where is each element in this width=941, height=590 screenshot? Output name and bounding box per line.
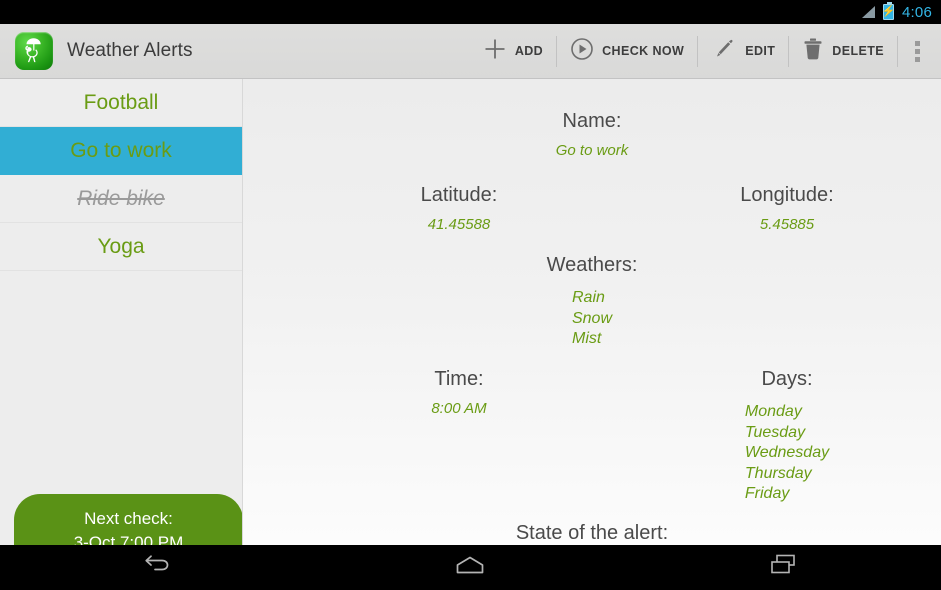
list-item-label: Yoga <box>97 234 145 258</box>
field-state-label: State of the alert: <box>515 522 669 544</box>
delete-button-label: DELETE <box>832 44 884 58</box>
field-name-label: Name: <box>562 110 622 132</box>
field-weathers-label: Weathers: <box>546 254 638 276</box>
list-item-label: Go to work <box>70 138 172 162</box>
alerts-sidebar: Football Go to work Ride bike Yoga Next … <box>0 79 243 545</box>
field-latitude: Latitude: 41.45588 <box>339 184 579 233</box>
status-bar: ⚡ 4:06 <box>0 0 941 24</box>
field-longitude: Longitude: 5.45885 <box>667 184 907 233</box>
overflow-menu-icon[interactable] <box>898 24 937 79</box>
ostrich-umbrella-app-icon[interactable] <box>15 32 53 70</box>
check-now-button-label: CHECK NOW <box>602 44 685 58</box>
back-arrow-icon <box>139 552 175 583</box>
system-navigation-bar <box>0 545 941 590</box>
list-item-label: Ride bike <box>77 186 165 210</box>
field-weathers: Weathers: Rain Snow Mist <box>243 254 941 350</box>
delete-button[interactable]: DELETE <box>789 24 897 79</box>
main-content: Football Go to work Ride bike Yoga Next … <box>0 79 941 545</box>
action-bar: Weather Alerts ADD CHECK NOW EDIT DELETE <box>0 24 941 79</box>
field-state: State of the alert: <box>243 522 941 545</box>
field-days: Days: Monday Tuesday Wednesday Thursday Frid… <box>667 368 907 505</box>
recent-apps-button[interactable] <box>724 545 844 590</box>
field-name-value: Go to work <box>555 142 629 159</box>
check-now-button[interactable]: CHECK NOW <box>557 24 697 79</box>
field-latitude-label: Latitude: <box>420 184 498 206</box>
list-item-ride-bike[interactable]: Ride bike <box>0 175 242 223</box>
signal-bars-icon <box>860 5 877 19</box>
trash-icon <box>802 37 824 66</box>
field-days-values: Monday Tuesday Wednesday Thursday Friday <box>744 403 830 502</box>
list-item-go-to-work[interactable]: Go to work <box>0 127 242 175</box>
alert-detail-pane: Name: Go to work Latitude: 41.45588 Long… <box>243 79 941 545</box>
app-title: Weather Alerts <box>67 40 193 61</box>
action-bar-buttons: ADD CHECK NOW EDIT DELETE <box>470 24 941 79</box>
field-name: Name: Go to work <box>243 110 941 159</box>
field-time-value: 8:00 AM <box>431 400 487 417</box>
list-item-label: Football <box>83 90 159 114</box>
field-days-label: Days: <box>761 368 813 390</box>
status-bar-clock: 4:06 <box>902 3 932 21</box>
battery-charging-icon: ⚡ <box>882 2 895 20</box>
alert-list: Football Go to work Ride bike Yoga <box>0 79 242 271</box>
list-item-football[interactable]: Football <box>0 79 242 127</box>
add-button[interactable]: ADD <box>470 24 556 79</box>
field-longitude-value: 5.45885 <box>759 216 815 233</box>
add-button-label: ADD <box>514 44 544 58</box>
pencil-icon <box>711 36 737 67</box>
field-latitude-value: 41.45588 <box>427 216 491 233</box>
edit-button[interactable]: EDIT <box>698 24 788 79</box>
field-time-label: Time: <box>434 368 484 390</box>
home-button[interactable] <box>410 545 530 590</box>
back-button[interactable] <box>97 545 217 590</box>
next-check-title: Next check: <box>84 509 173 528</box>
list-item-yoga[interactable]: Yoga <box>0 223 242 271</box>
plus-icon <box>483 37 507 66</box>
field-weathers-values: Rain Snow Mist <box>571 289 613 347</box>
next-check-banner[interactable]: Next check: 3-Oct 7:00 PM <box>14 494 242 545</box>
edit-button-label: EDIT <box>745 44 776 58</box>
next-check-value: 3-Oct 7:00 PM <box>73 533 184 545</box>
status-icon-group: ⚡ 4:06 <box>860 2 932 21</box>
home-icon <box>453 553 487 582</box>
field-time: Time: 8:00 AM <box>339 368 579 417</box>
recent-apps-icon <box>768 552 800 583</box>
android-tablet-screen: ⚡ 4:06 Weather Alerts ADD CHECK NOW EDIT… <box>0 0 941 590</box>
play-circle-icon <box>570 37 594 66</box>
field-longitude-label: Longitude: <box>740 184 834 206</box>
